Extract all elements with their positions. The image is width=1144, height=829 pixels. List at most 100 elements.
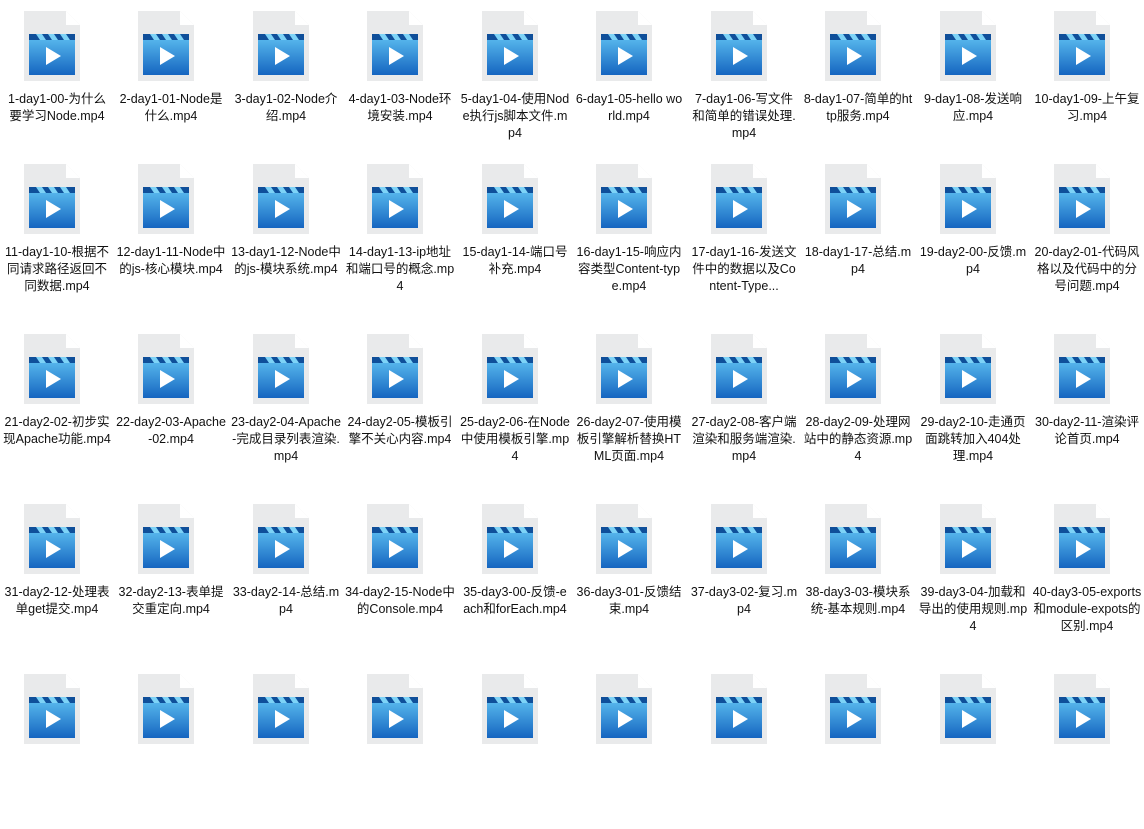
video-file-icon [594,503,654,575]
file-name-label: 9-day1-08-发送响应.mp4 [924,92,1022,123]
file-item[interactable]: 9-day1-08-发送响应.mp4 [916,0,1030,166]
file-item[interactable] [572,663,686,829]
file-item[interactable]: 6-day1-05-hello world.mp4 [572,0,686,166]
file-item[interactable] [0,663,114,829]
file-item[interactable]: 29-day2-10-走通页面跳转加入404处理.mp4 [916,323,1030,489]
file-item[interactable]: 14-day1-13-ip地址和端口号的概念.mp4 [343,153,457,319]
video-file-icon [594,10,654,82]
file-name-label: 39-day3-04-加载和导出的使用规则.mp4 [918,585,1028,633]
file-item[interactable]: 13-day1-12-Node中的js-模块系统.mp4 [229,153,343,319]
video-file-icon [709,673,769,745]
file-item[interactable]: 34-day2-15-Node中的Console.mp4 [343,493,457,659]
file-item[interactable]: 20-day2-01-代码风格以及代码中的分号问题.mp4 [1030,153,1144,319]
file-item[interactable]: 25-day2-06-在Node中使用模板引擎.mp4 [458,323,572,489]
video-file-icon [136,10,196,82]
video-file-icon [480,673,540,745]
file-name-label: 10-day1-09-上午复习.mp4 [1034,92,1140,123]
video-file-icon [594,673,654,745]
file-name-label: 22-day2-03-Apache-02.mp4 [116,415,226,446]
file-item[interactable] [1030,663,1144,829]
file-name-label: 33-day2-14-总结.mp4 [232,585,340,616]
file-name-label: 15-day1-14-端口号补充.mp4 [462,245,568,276]
video-file-icon [480,503,540,575]
video-file-icon [938,10,998,82]
file-item[interactable]: 37-day3-02-复习.mp4 [687,493,801,659]
video-file-icon [823,333,883,405]
file-item[interactable]: 15-day1-14-端口号补充.mp4 [458,153,572,319]
file-item[interactable]: 5-day1-04-使用Node执行js脚本文件.mp4 [458,0,572,166]
file-item[interactable]: 17-day1-16-发送文件中的数据以及Content-Type... [687,153,801,319]
file-item[interactable]: 8-day1-07-简单的http服务.mp4 [801,0,915,166]
file-item[interactable]: 23-day2-04-Apache-完成目录列表渲染.mp4 [229,323,343,489]
video-file-icon [22,163,82,235]
file-item[interactable]: 7-day1-06-写文件和简单的错误处理.mp4 [687,0,801,166]
video-file-icon [938,163,998,235]
file-name-label: 25-day2-06-在Node中使用模板引擎.mp4 [460,415,570,463]
video-file-icon [480,10,540,82]
file-item[interactable] [343,663,457,829]
video-file-icon [365,333,425,405]
file-item[interactable]: 32-day2-13-表单提交重定向.mp4 [114,493,228,659]
file-name-label: 18-day1-17-总结.mp4 [804,245,912,276]
video-file-icon [823,10,883,82]
file-name-label: 5-day1-04-使用Node执行js脚本文件.mp4 [460,92,570,140]
file-name-label: 6-day1-05-hello world.mp4 [575,92,683,123]
file-name-label: 8-day1-07-简单的http服务.mp4 [803,92,913,123]
video-file-icon [1052,503,1112,575]
video-file-icon [251,10,311,82]
file-item[interactable]: 40-day3-05-exports和module-expots的区别.mp4 [1030,493,1144,659]
file-item[interactable]: 10-day1-09-上午复习.mp4 [1030,0,1144,166]
file-item[interactable]: 31-day2-12-处理表单get提交.mp4 [0,493,114,659]
file-name-label: 20-day2-01-代码风格以及代码中的分号问题.mp4 [1034,245,1140,293]
video-file-icon [709,503,769,575]
video-file-icon [594,163,654,235]
file-item[interactable] [458,663,572,829]
file-item[interactable] [916,663,1030,829]
file-name-label: 29-day2-10-走通页面跳转加入404处理.mp4 [920,415,1026,463]
file-item[interactable]: 12-day1-11-Node中的js-核心模块.mp4 [114,153,228,319]
file-item[interactable]: 30-day2-11-渲染评论首页.mp4 [1030,323,1144,489]
file-item[interactable] [229,663,343,829]
video-file-icon [136,163,196,235]
file-name-label: 27-day2-08-客户端渲染和服务端渲染.mp4 [691,415,797,463]
video-file-icon [1052,10,1112,82]
video-file-icon [823,163,883,235]
file-item[interactable]: 27-day2-08-客户端渲染和服务端渲染.mp4 [687,323,801,489]
video-file-icon [938,333,998,405]
video-file-icon [365,673,425,745]
file-item[interactable]: 1-day1-00-为什么要学习Node.mp4 [0,0,114,166]
file-item[interactable]: 11-day1-10-根据不同请求路径返回不同数据.mp4 [0,153,114,319]
file-name-label: 12-day1-11-Node中的js-核心模块.mp4 [116,245,226,276]
file-item[interactable]: 16-day1-15-响应内容类型Content-type.mp4 [572,153,686,319]
file-item[interactable]: 36-day3-01-反馈结束.mp4 [572,493,686,659]
file-item[interactable]: 39-day3-04-加载和导出的使用规则.mp4 [916,493,1030,659]
file-name-label: 1-day1-00-为什么要学习Node.mp4 [8,92,106,123]
video-file-icon [823,673,883,745]
file-item[interactable]: 38-day3-03-模块系统-基本规则.mp4 [801,493,915,659]
file-item[interactable]: 33-day2-14-总结.mp4 [229,493,343,659]
video-file-icon [1052,163,1112,235]
file-name-label: 13-day1-12-Node中的js-模块系统.mp4 [231,245,341,276]
file-item[interactable]: 35-day3-00-反馈-each和forEach.mp4 [458,493,572,659]
file-item[interactable]: 22-day2-03-Apache-02.mp4 [114,323,228,489]
file-name-label: 37-day3-02-复习.mp4 [690,585,798,616]
file-grid: 1-day1-00-为什么要学习Node.mp4 2-day1-01-Node是什… [0,0,1144,744]
video-file-icon [136,333,196,405]
file-item[interactable]: 19-day2-00-反馈.mp4 [916,153,1030,319]
file-item[interactable] [687,663,801,829]
video-file-icon [136,503,196,575]
file-name-label: 35-day3-00-反馈-each和forEach.mp4 [463,585,567,616]
file-name-label: 31-day2-12-处理表单get提交.mp4 [4,585,110,616]
file-item[interactable]: 3-day1-02-Node介绍.mp4 [229,0,343,166]
file-item[interactable] [801,663,915,829]
file-name-label: 17-day1-16-发送文件中的数据以及Content-Type... [691,245,797,293]
file-item[interactable]: 28-day2-09-处理网站中的静态资源.mp4 [801,323,915,489]
file-item[interactable] [114,663,228,829]
file-item[interactable]: 2-day1-01-Node是什么.mp4 [114,0,228,166]
file-item[interactable]: 4-day1-03-Node环境安装.mp4 [343,0,457,166]
file-item[interactable]: 26-day2-07-使用模板引擎解析替换HTML页面.mp4 [572,323,686,489]
file-item[interactable]: 21-day2-02-初步实现Apache功能.mp4 [0,323,114,489]
file-name-label: 32-day2-13-表单提交重定向.mp4 [118,585,224,616]
file-item[interactable]: 24-day2-05-模板引擎不关心内容.mp4 [343,323,457,489]
file-item[interactable]: 18-day1-17-总结.mp4 [801,153,915,319]
